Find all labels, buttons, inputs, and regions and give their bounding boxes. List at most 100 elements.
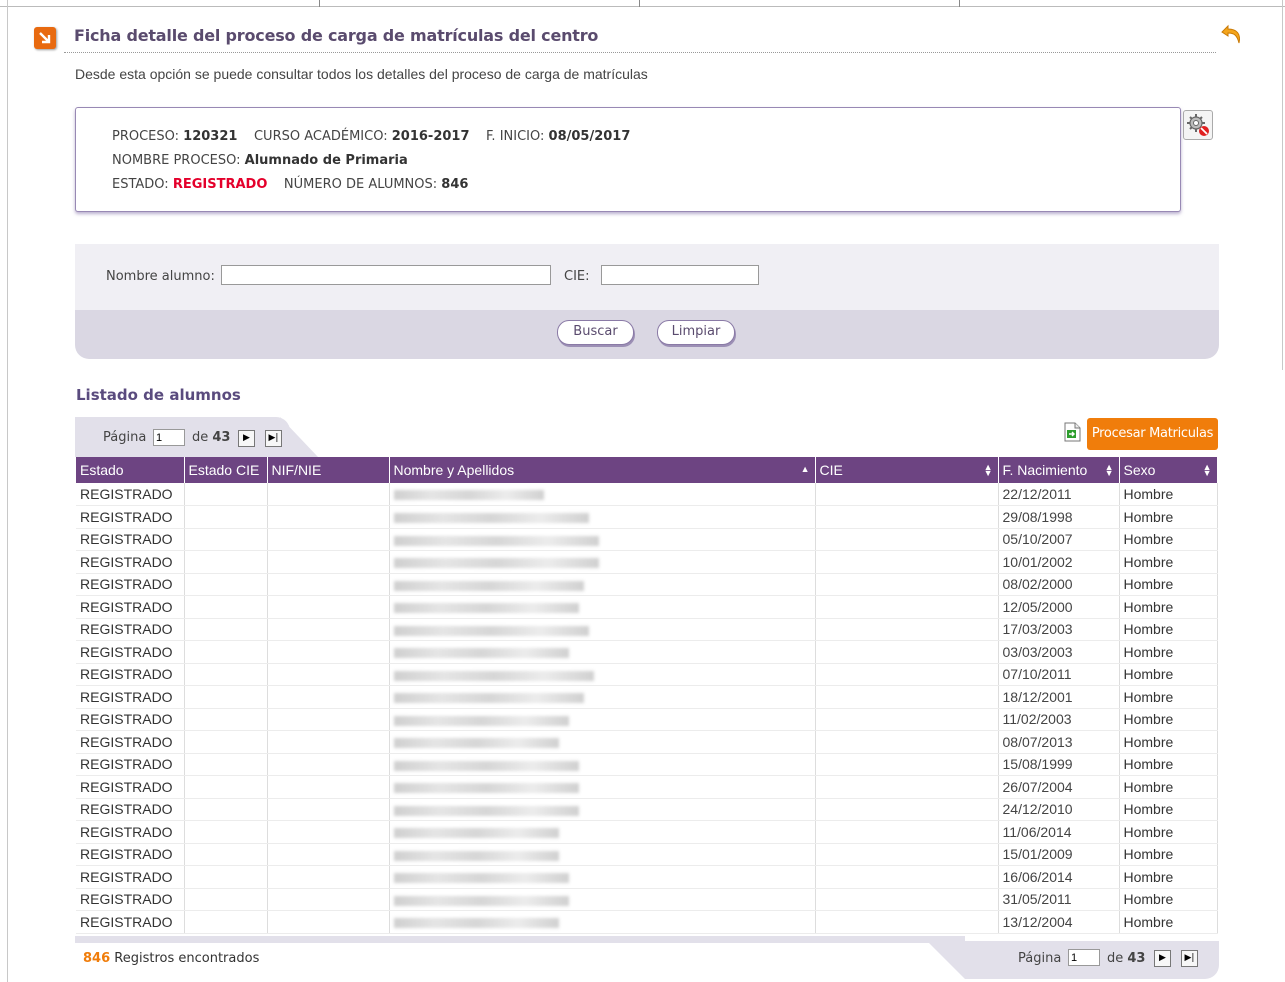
cell-estado: REGISTRADO bbox=[76, 618, 185, 641]
cell-estado-cie bbox=[184, 573, 268, 596]
table-row[interactable]: REGISTRADO 10/01/2002 Hombre bbox=[76, 550, 1218, 574]
table-row[interactable]: REGISTRADO 31/05/2011 Hombre bbox=[76, 888, 1218, 911]
gear-cancel-icon[interactable] bbox=[1183, 110, 1213, 140]
col-fecha-label: F. Nacimiento bbox=[1002, 462, 1088, 478]
nombre-proceso-value: Alumnado de Primaria bbox=[244, 153, 408, 168]
back-arrow-icon[interactable] bbox=[1220, 22, 1244, 46]
nombre-alumno-input[interactable] bbox=[221, 265, 551, 285]
table-row[interactable]: REGISTRADO 29/08/1998 Hombre bbox=[76, 505, 1218, 529]
footer-page-input[interactable] bbox=[1068, 949, 1100, 966]
limpiar-button[interactable]: Limpiar bbox=[657, 320, 735, 345]
redacted-name bbox=[393, 918, 559, 929]
page-input[interactable] bbox=[153, 429, 185, 446]
cell-fecha: 29/08/1998 bbox=[998, 505, 1120, 529]
table-row[interactable]: REGISTRADO 08/02/2000 Hombre bbox=[76, 573, 1218, 596]
num-alumnos-label: NÚMERO DE ALUMNOS: bbox=[283, 177, 438, 192]
cell-cie bbox=[815, 843, 999, 866]
table-row[interactable]: REGISTRADO 13/12/2004 Hombre bbox=[76, 910, 1218, 934]
cell-estado: REGISTRADO bbox=[76, 910, 185, 934]
cell-nombre bbox=[389, 888, 816, 911]
cell-estado: REGISTRADO bbox=[76, 865, 185, 889]
cell-estado-cie bbox=[184, 775, 268, 799]
cell-cie bbox=[815, 708, 999, 731]
curso-value: 2016-2017 bbox=[391, 129, 470, 144]
cell-nif-nie bbox=[267, 708, 390, 731]
table-row[interactable]: REGISTRADO 11/02/2003 Hombre bbox=[76, 708, 1218, 731]
footer-page-of: de 43 bbox=[1107, 951, 1145, 966]
buscar-button[interactable]: Buscar bbox=[557, 320, 634, 345]
col-estado-cie[interactable]: Estado CIE bbox=[184, 457, 268, 483]
cell-sexo: Hombre bbox=[1119, 483, 1218, 506]
col-sexo[interactable]: Sexo ▲ ▼ bbox=[1119, 457, 1218, 483]
cell-estado: REGISTRADO bbox=[76, 708, 185, 731]
status-badge: REGISTRADO bbox=[172, 177, 268, 192]
table-row[interactable]: REGISTRADO 05/10/2007 Hombre bbox=[76, 528, 1218, 551]
process-info-panel: PROCESO: 120321 CURSO ACADÉMICO: 2016-20… bbox=[75, 107, 1181, 212]
next-page-icon[interactable]: ▶ bbox=[238, 430, 255, 447]
cell-estado-cie bbox=[184, 798, 268, 821]
redacted-name bbox=[393, 603, 579, 614]
last-page-icon[interactable]: ▶| bbox=[1181, 950, 1198, 967]
table-row[interactable]: REGISTRADO 18/12/2001 Hombre bbox=[76, 685, 1218, 709]
estado-label: ESTADO: bbox=[112, 177, 169, 192]
footer-band bbox=[75, 936, 965, 943]
col-nombre[interactable]: Nombre y Apellidos ▲ bbox=[389, 457, 816, 483]
redacted-name bbox=[393, 783, 579, 794]
cell-nif-nie bbox=[267, 820, 390, 844]
cell-sexo: Hombre bbox=[1119, 595, 1218, 619]
top-pager-edge bbox=[280, 417, 318, 457]
cell-fecha: 18/12/2001 bbox=[998, 685, 1120, 709]
cell-sexo: Hombre bbox=[1119, 573, 1218, 596]
cell-nombre bbox=[389, 865, 816, 889]
table-row[interactable]: REGISTRADO 12/05/2000 Hombre bbox=[76, 595, 1218, 619]
cell-nif-nie bbox=[267, 528, 390, 551]
cell-estado: REGISTRADO bbox=[76, 663, 185, 686]
cell-sexo: Hombre bbox=[1119, 550, 1218, 574]
cell-nombre bbox=[389, 550, 816, 574]
col-cie[interactable]: CIE ▲ ▼ bbox=[815, 457, 999, 483]
page-subtitle: Desde esta opción se puede consultar tod… bbox=[75, 66, 648, 82]
redacted-name bbox=[393, 738, 559, 749]
cell-fecha: 15/08/1999 bbox=[998, 753, 1120, 776]
table-row[interactable]: REGISTRADO 15/08/1999 Hombre bbox=[76, 753, 1218, 776]
col-fecha[interactable]: F. Nacimiento ▲ ▼ bbox=[998, 457, 1120, 483]
cell-sexo: Hombre bbox=[1119, 685, 1218, 709]
cell-fecha: 11/06/2014 bbox=[998, 820, 1120, 844]
table-row[interactable]: REGISTRADO 24/12/2010 Hombre bbox=[76, 798, 1218, 821]
cell-cie bbox=[815, 888, 999, 911]
last-page-icon[interactable]: ▶| bbox=[265, 430, 282, 447]
cell-estado: REGISTRADO bbox=[76, 528, 185, 551]
col-nif-nie[interactable]: NIF/NIE bbox=[267, 457, 390, 483]
nombre-alumno-label: Nombre alumno: bbox=[106, 269, 215, 284]
table-header: Estado Estado CIE NIF/NIE Nombre y Apell… bbox=[76, 457, 1218, 483]
table-row[interactable]: REGISTRADO 11/06/2014 Hombre bbox=[76, 820, 1218, 844]
table-row[interactable]: REGISTRADO 15/01/2009 Hombre bbox=[76, 843, 1218, 866]
sort-icon: ▲ ▼ bbox=[983, 462, 993, 478]
nombre-proceso-label: NOMBRE PROCESO: bbox=[112, 153, 241, 168]
cie-input[interactable] bbox=[601, 265, 759, 285]
next-page-icon[interactable]: ▶ bbox=[1154, 950, 1171, 967]
cell-nif-nie bbox=[267, 888, 390, 911]
records-count: 846 Registros encontrados bbox=[83, 951, 259, 966]
table-row[interactable]: REGISTRADO 07/10/2011 Hombre bbox=[76, 663, 1218, 686]
table-row[interactable]: REGISTRADO 17/03/2003 Hombre bbox=[76, 618, 1218, 641]
table-row[interactable]: REGISTRADO 16/06/2014 Hombre bbox=[76, 865, 1218, 889]
cell-nif-nie bbox=[267, 865, 390, 889]
col-estado[interactable]: Estado bbox=[76, 457, 185, 483]
redacted-name bbox=[393, 828, 559, 839]
cell-fecha: 11/02/2003 bbox=[998, 708, 1120, 731]
cell-nombre bbox=[389, 573, 816, 596]
cell-nif-nie bbox=[267, 730, 390, 754]
table-row[interactable]: REGISTRADO 22/12/2011 Hombre bbox=[76, 483, 1218, 506]
table-row[interactable]: REGISTRADO 03/03/2003 Hombre bbox=[76, 640, 1218, 664]
records-count-value: 846 bbox=[83, 951, 111, 966]
cell-cie bbox=[815, 798, 999, 821]
table-row[interactable]: REGISTRADO 08/07/2013 Hombre bbox=[76, 730, 1218, 754]
cell-estado: REGISTRADO bbox=[76, 483, 185, 506]
cell-nif-nie bbox=[267, 640, 390, 664]
table-row[interactable]: REGISTRADO 26/07/2004 Hombre bbox=[76, 775, 1218, 799]
cell-sexo: Hombre bbox=[1119, 753, 1218, 776]
export-icon[interactable] bbox=[1064, 422, 1081, 442]
redacted-name bbox=[393, 715, 569, 726]
procesar-matriculas-button[interactable]: Procesar Matriculas bbox=[1087, 418, 1218, 450]
